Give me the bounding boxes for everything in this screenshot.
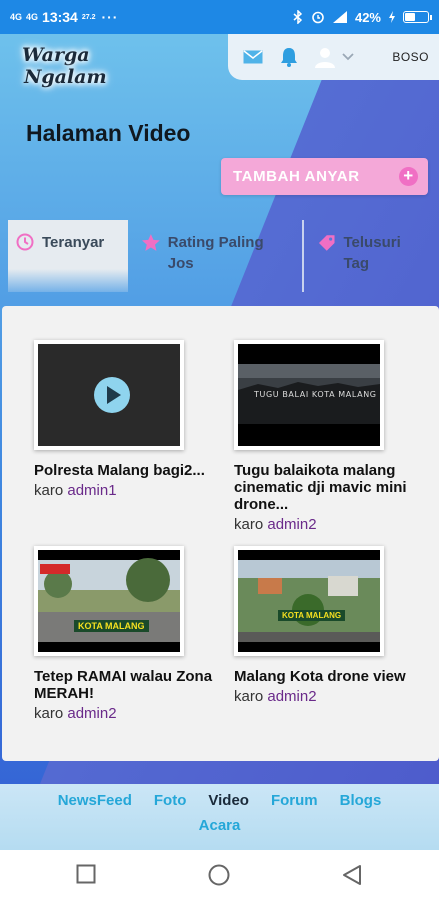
thumbnail-caption: KOTA MALANG [74, 620, 149, 632]
video-byline: karo admin2 [34, 705, 214, 722]
nav-photo[interactable]: Foto [154, 792, 186, 809]
nav-newsfeed[interactable]: NewsFeed [58, 792, 132, 809]
video-title[interactable]: Tugu balaikota malang cinematic dji mavi… [234, 462, 414, 513]
video-thumbnail[interactable]: KOTA MALANG [34, 546, 184, 656]
thumbnail-image [38, 558, 180, 652]
nav-blogs[interactable]: Blogs [340, 792, 382, 809]
video-card[interactable]: KOTA MALANG Tetep RAMAI walau Zona MERAH… [34, 546, 214, 722]
tab-browse-tags[interactable]: Telusuri Tag [318, 232, 428, 274]
tab-newest[interactable]: Teranyar [8, 220, 128, 292]
video-byline: karo admin1 [34, 482, 214, 499]
alarm-icon [312, 11, 324, 24]
charging-icon [389, 11, 395, 23]
add-new-label: TAMBAH ANYAR [233, 168, 360, 185]
video-author-link[interactable]: admin2 [267, 516, 316, 533]
nav-video[interactable]: Video [208, 792, 249, 809]
data-rate: 27.2 [81, 13, 96, 21]
language-selector[interactable]: BOSO [392, 50, 429, 64]
video-thumbnail[interactable]: KOTA MALANG [234, 546, 384, 656]
play-icon [94, 377, 130, 413]
video-card[interactable]: Polresta Malang bagi2... karo admin1 [34, 340, 214, 499]
user-menu[interactable] [314, 46, 354, 68]
recent-apps-button[interactable] [76, 864, 96, 884]
signal-label-1: 4G [10, 11, 23, 22]
thumbnail-caption: TUGU BALAI KOTA MALANG [254, 390, 377, 399]
thumbnail-image [238, 560, 380, 652]
back-button[interactable] [342, 864, 362, 886]
page-title: Halaman Video [26, 120, 191, 146]
tab-divider [302, 220, 304, 292]
byline-prefix: karo [34, 705, 64, 722]
add-new-button[interactable]: TAMBAH ANYAR + [221, 158, 428, 195]
video-byline: karo admin2 [234, 688, 414, 705]
bell-icon[interactable] [278, 46, 300, 68]
more-notifications-icon: ··· [101, 9, 119, 25]
video-title[interactable]: Polresta Malang bagi2... [34, 462, 214, 479]
status-time: 13:34 [42, 9, 78, 25]
video-card[interactable]: KOTA MALANG Malang Kota drone view karo … [234, 546, 414, 705]
video-byline: karo admin2 [234, 516, 414, 533]
battery-percent: 42% [354, 9, 381, 25]
bottom-navigation: NewsFeed Foto Video Forum Blogs Acara [0, 784, 439, 850]
star-icon [142, 234, 160, 251]
video-card[interactable]: TUGU BALAI KOTA MALANG Tugu balaikota ma… [234, 340, 414, 533]
thumbnail-caption: KOTA MALANG [278, 610, 346, 621]
video-title[interactable]: Tetep RAMAI walau Zona MERAH! [34, 668, 214, 702]
video-title[interactable]: Malang Kota drone view [234, 668, 414, 685]
video-thumbnail[interactable]: TUGU BALAI KOTA MALANG [234, 340, 384, 450]
bluetooth-icon [293, 10, 303, 24]
video-author-link[interactable]: admin1 [67, 482, 116, 499]
tab-browse-tags-label: Telusuri Tag [343, 234, 401, 272]
clock-icon [16, 233, 34, 251]
byline-prefix: karo [34, 482, 64, 499]
status-bar: 4G 4G 13:34 27.2 ··· 42% [0, 0, 439, 34]
plus-icon: + [399, 167, 418, 186]
battery-icon [403, 11, 432, 23]
mail-icon[interactable] [242, 46, 264, 68]
tab-top-rated[interactable]: Rating Paling Jos [142, 232, 292, 274]
nav-forum[interactable]: Forum [271, 792, 318, 809]
signal-label-2: 4G [26, 11, 39, 22]
user-icon [315, 48, 335, 68]
top-toolbar: BOSO [228, 34, 439, 80]
chevron-down-icon [342, 53, 354, 61]
nav-events[interactable]: Acara [199, 817, 241, 834]
byline-prefix: karo [234, 688, 264, 705]
app-logo[interactable]: Warga Ngalam [22, 44, 114, 98]
logo-line-2: Ngalam [24, 66, 107, 88]
tab-top-rated-label: Rating Paling Jos [167, 234, 264, 272]
byline-prefix: karo [234, 516, 264, 533]
video-list-panel: Polresta Malang bagi2... karo admin1 TUG… [2, 306, 439, 761]
video-thumbnail[interactable] [34, 340, 184, 450]
signal-icon [332, 11, 347, 23]
tag-icon [318, 235, 335, 251]
tab-newest-label: Teranyar [42, 234, 105, 251]
video-author-link[interactable]: admin2 [267, 688, 316, 705]
system-navigation-bar [0, 850, 439, 900]
logo-line-1: Warga [22, 44, 90, 66]
home-button[interactable] [208, 864, 230, 886]
video-author-link[interactable]: admin2 [67, 705, 116, 722]
